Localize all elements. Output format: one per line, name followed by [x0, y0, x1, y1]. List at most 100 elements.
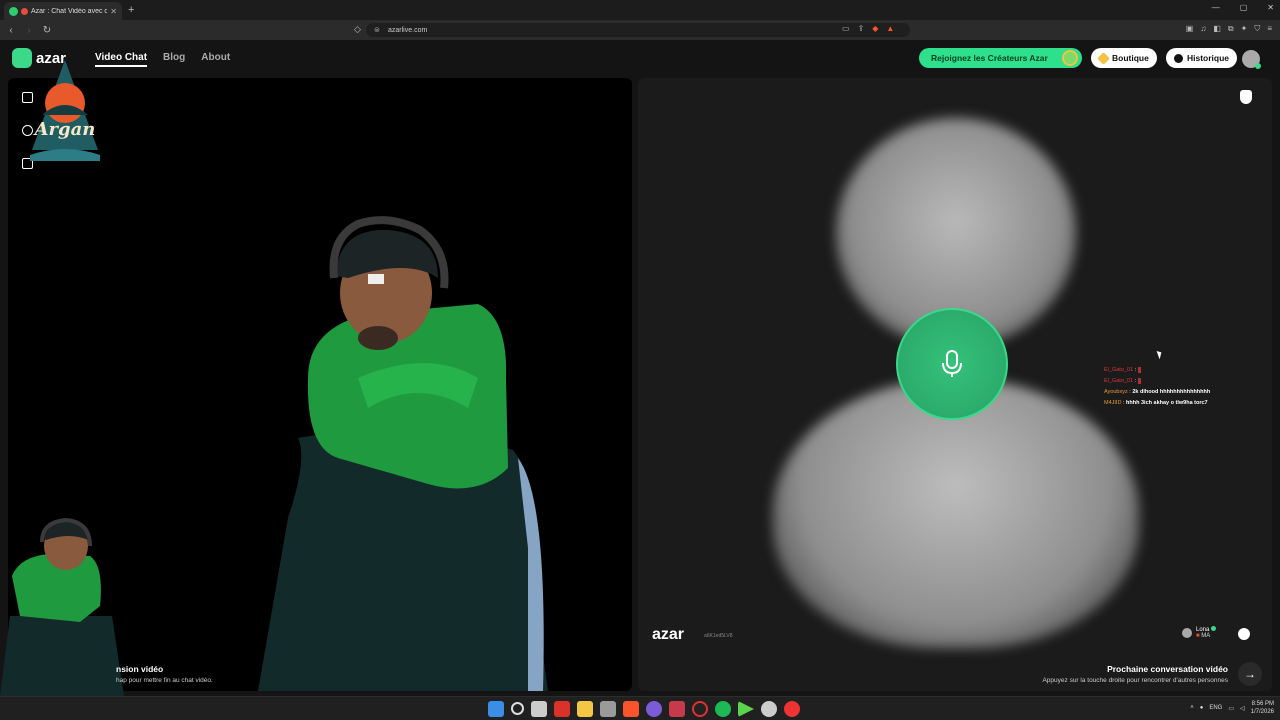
online-dot-icon [1211, 626, 1217, 631]
new-tab-button[interactable]: + [128, 4, 134, 16]
chat-line: M4JIID : hhhh 3ich akhay o tlw9ha torc7 [1104, 400, 1208, 406]
clock-time: 8:56 PM [1251, 701, 1274, 707]
chat-author: El_Gato_01 [1104, 378, 1134, 384]
emote-icon: ■ [1137, 378, 1141, 384]
streamer-pip [0, 517, 124, 696]
azar-page: azar Video Chat Blog About Rejoignez les… [0, 40, 1280, 696]
chat-author: M4JIID [1104, 400, 1122, 406]
search-icon[interactable] [511, 702, 524, 715]
forward-icon[interactable]: › [22, 25, 36, 36]
site-info-icon[interactable]: ⊜ [374, 26, 380, 34]
profile-avatar-icon[interactable] [1242, 50, 1261, 69]
history-label: Historique [1187, 53, 1230, 63]
maximize-button[interactable]: ▢ [1240, 3, 1248, 12]
network-icon[interactable]: ▭ [1228, 705, 1234, 712]
tray-chevron-icon[interactable]: ˄ [1190, 705, 1194, 711]
music-icon[interactable]: ♫ [1200, 24, 1206, 34]
volume-icon[interactable]: ◁ [1240, 705, 1245, 712]
nav-about[interactable]: About [201, 52, 230, 67]
chat-message: hhhh 3ich akhay o tlw9ha torc7 [1126, 400, 1208, 406]
app-pink-icon[interactable] [669, 701, 685, 717]
site-header: azar Video Chat Blog About Rejoignez les… [0, 40, 1280, 76]
chat-bubble-icon[interactable] [1238, 628, 1250, 640]
report-shield-icon[interactable] [1240, 90, 1252, 104]
discord-icon[interactable] [646, 701, 662, 717]
stream-chat-overlay: El_Gato_01 : ■ El_Gato_01 : ■ Ayoubxyz :… [1104, 365, 1210, 409]
play-icon[interactable] [738, 701, 754, 717]
reload-icon[interactable]: ↻ [40, 25, 54, 36]
next-chat-button[interactable]: → [1238, 662, 1262, 686]
chat-message: 2k dlhood hhhhhhhhhhhhhhh [1132, 389, 1211, 395]
creator-badge-icon [1062, 50, 1078, 66]
voice-mode-button[interactable] [896, 308, 1008, 420]
task-view-icon[interactable] [531, 701, 547, 717]
chat-author: Ayoubxyz [1104, 389, 1128, 395]
browser-tab-bar: Azar : Chat Vidéo avec de no ✕ + — ▢ ✕ [0, 0, 1280, 20]
minimize-button[interactable]: — [1212, 3, 1220, 12]
chat-line: El_Gato_01 : ■ [1104, 378, 1141, 384]
screen-cast-icon[interactable]: ▭ [842, 24, 850, 33]
app-gray-icon[interactable] [761, 701, 777, 717]
recording-icon [21, 7, 28, 15]
join-creators-label: Rejoignez les Créateurs Azar [931, 53, 1048, 63]
store-icon[interactable] [600, 701, 616, 717]
chat-line: El_Gato_01 : ■ [1104, 367, 1141, 373]
emote-icon: ■ [1137, 367, 1141, 373]
user-icon [1182, 627, 1192, 638]
sidebar-icon[interactable]: ◧ [1213, 24, 1221, 34]
share-icon[interactable]: ⇪ [858, 24, 865, 33]
brave-rewards-icon[interactable]: ▲ [886, 24, 894, 33]
brave-shields-icon[interactable]: ◆ [872, 24, 878, 33]
tab-close-icon[interactable]: ✕ [110, 7, 117, 16]
wallet-icon[interactable]: ▣ [1186, 24, 1194, 34]
next-chat-subtitle: Appuyez sur la touche droite pour rencon… [1042, 677, 1228, 684]
gem-icon [1097, 51, 1110, 65]
clock-icon [1174, 53, 1183, 63]
url-text: azarlive.com [388, 26, 428, 34]
argan-logo-overlay: Argan [30, 60, 100, 161]
vpn-icon[interactable]: ⛉ [1254, 24, 1260, 34]
end-chat-hint: nsion vidéo hap pour mettre fin au chat … [116, 664, 213, 684]
azar-favicon-icon [9, 6, 18, 16]
join-creators-button[interactable]: Rejoignez les Créateurs Azar [919, 48, 1082, 68]
window-controls: — ▢ ✕ [1212, 3, 1274, 12]
taskbar-apps [488, 701, 800, 717]
history-button[interactable]: Historique [1166, 48, 1238, 68]
close-window-button[interactable]: ✕ [1267, 3, 1274, 12]
language-indicator[interactable]: ENG [1209, 705, 1222, 711]
clock-date: 1/7/2026 [1250, 709, 1274, 715]
flag-icon: ■ [1196, 633, 1200, 639]
menu-icon[interactable]: ≡ [1267, 24, 1272, 34]
tab-title: Azar : Chat Vidéo avec de no [31, 7, 108, 15]
shop-button[interactable]: Boutique [1091, 48, 1157, 68]
next-chat-hint: Prochaine conversation vidéo Appuyez sur… [1042, 664, 1228, 684]
arrow-right-icon: → [1244, 667, 1256, 681]
app-record-icon[interactable] [784, 701, 800, 717]
url-actions: ▭ ⇪ ◆ ▲ [842, 24, 894, 33]
extensions-icon[interactable]: ⧉ [1228, 24, 1234, 34]
obs-icon[interactable] [692, 701, 708, 717]
file-explorer-icon[interactable] [577, 701, 593, 717]
remote-user-country: MA [1201, 633, 1211, 639]
azar-watermark: azar [652, 626, 685, 643]
shop-label: Boutique [1112, 53, 1149, 63]
nav-blog[interactable]: Blog [163, 52, 185, 67]
app-red-icon[interactable] [554, 701, 570, 717]
clock[interactable]: 8:56 PM 1/7/2026 [1251, 700, 1274, 716]
argan-text: Argan [33, 119, 96, 140]
tray-mic-icon[interactable]: ● [1200, 705, 1204, 711]
chat-line: Ayoubxyz : 2k dlhood hhhhhhhhhhhhhhh [1104, 389, 1211, 395]
remote-user-info[interactable]: Lona ■ MA [1182, 626, 1217, 639]
start-icon[interactable] [488, 701, 504, 717]
back-icon[interactable]: ‹ [4, 25, 18, 36]
browser-toolbar-icons: ▣ ♫ ◧ ⧉ ✦ ⛉ ≡ [1186, 24, 1272, 34]
microphone-icon [942, 350, 962, 377]
windows-taskbar: ˄ ● ENG ▭ ◁ 8:56 PM 1/7/2026 [0, 696, 1280, 720]
url-field[interactable]: ⊜ azarlive.com [366, 23, 910, 37]
puzzle-icon[interactable]: ✦ [1241, 24, 1248, 34]
bookmark-icon[interactable]: ◇ [354, 24, 361, 35]
brave-browser-icon[interactable] [623, 701, 639, 717]
end-chat-title: nsion vidéo [116, 664, 164, 674]
browser-tab[interactable]: Azar : Chat Vidéo avec de no ✕ [4, 2, 122, 20]
spotify-icon[interactable] [715, 701, 731, 717]
